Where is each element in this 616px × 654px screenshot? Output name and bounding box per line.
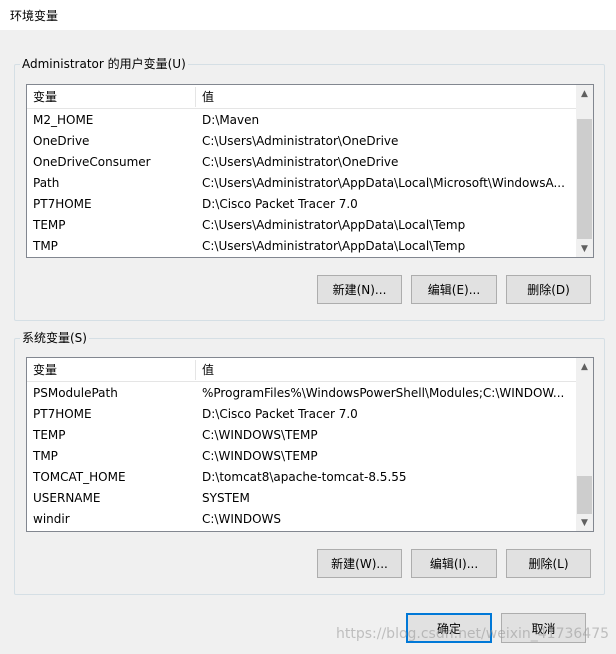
variable-value: SYSTEM bbox=[202, 491, 250, 505]
variable-name: OneDrive bbox=[33, 134, 90, 148]
system-edit-button[interactable]: 编辑(I)... bbox=[411, 549, 497, 578]
table-row[interactable]: TOMCAT_HOME D:\tomcat8\apache-tomcat-8.5.… bbox=[27, 467, 576, 488]
user-variables-header: 变量 值 bbox=[27, 85, 576, 109]
variable-name: TMP bbox=[33, 449, 58, 463]
variable-name: Path bbox=[33, 176, 60, 190]
table-row[interactable]: OneDrive C:\Users\Administrator\OneDrive bbox=[27, 131, 576, 152]
variable-value: C:\Users\Administrator\AppData\Local\Tem… bbox=[202, 218, 466, 232]
variable-name: PSModulePath bbox=[33, 386, 118, 400]
watermark: https://blog.csdn.net/weixin_41736475 bbox=[336, 626, 610, 642]
variable-value: D:\Cisco Packet Tracer 7.0 bbox=[202, 197, 358, 211]
user-variables-label: Administrator 的用户变量(U) bbox=[20, 57, 188, 71]
variable-name: windir bbox=[33, 512, 70, 526]
variable-name: TEMP bbox=[33, 218, 66, 232]
table-row[interactable]: OneDriveConsumer C:\Users\Administrator\O… bbox=[27, 152, 576, 173]
variable-value: C:\Users\Administrator\AppData\Local\Tem… bbox=[202, 239, 466, 253]
table-row[interactable]: windir C:\WINDOWS bbox=[27, 509, 576, 530]
up-arrow-icon[interactable]: ▲ bbox=[576, 358, 593, 375]
variable-name: OneDriveConsumer bbox=[33, 155, 151, 169]
window-title: 环境变量 bbox=[10, 9, 59, 23]
column-header-value[interactable]: 值 bbox=[196, 358, 576, 382]
variable-name: USERNAME bbox=[33, 491, 101, 505]
variable-value: C:\Users\Administrator\OneDrive bbox=[202, 155, 399, 169]
variable-name: PT7HOME bbox=[33, 407, 92, 421]
table-row[interactable]: USERNAME SYSTEM bbox=[27, 488, 576, 509]
system-new-button[interactable]: 新建(W)... bbox=[317, 549, 402, 578]
user-variables-scrollbar[interactable]: ▲ ▼ bbox=[576, 85, 593, 257]
variable-value: C:\Users\Administrator\AppData\Local\Mic… bbox=[202, 176, 565, 190]
variable-value: %ProgramFiles%\WindowsPowerShell\Modules… bbox=[202, 386, 565, 400]
system-variables-scrollbar[interactable]: ▲ ▼ bbox=[576, 358, 593, 531]
user-variables-list[interactable]: 变量 值 M2_HOME D:\Maven OneDrive C:\Users\Adm… bbox=[26, 84, 594, 258]
user-new-button[interactable]: 新建(N)... bbox=[317, 275, 402, 304]
title-bar: 环境变量 bbox=[0, 0, 616, 30]
variable-name: TOMCAT_HOME bbox=[33, 470, 126, 484]
variable-name: M2_HOME bbox=[33, 113, 94, 127]
variable-value: C:\WINDOWS bbox=[202, 512, 282, 526]
column-header-name[interactable]: 变量 bbox=[27, 85, 195, 109]
table-row[interactable]: TEMP C:\WINDOWS\TEMP bbox=[27, 425, 576, 446]
variable-name: PT7HOME bbox=[33, 197, 92, 211]
system-delete-button[interactable]: 删除(L) bbox=[506, 549, 591, 578]
variable-name: TEMP bbox=[33, 428, 66, 442]
variable-value: D:\Maven bbox=[202, 113, 260, 127]
user-delete-button[interactable]: 删除(D) bbox=[506, 275, 591, 304]
table-row[interactable]: PT7HOME D:\Cisco Packet Tracer 7.0 bbox=[27, 194, 576, 215]
table-row[interactable]: M2_HOME D:\Maven bbox=[27, 110, 576, 131]
up-arrow-icon[interactable]: ▲ bbox=[576, 85, 593, 102]
variable-value: D:\Cisco Packet Tracer 7.0 bbox=[202, 407, 358, 421]
scrollbar-thumb[interactable] bbox=[577, 476, 592, 514]
down-arrow-icon[interactable]: ▼ bbox=[576, 514, 593, 531]
system-variables-list[interactable]: 变量 值 PSModulePath %ProgramFiles%\WindowsP… bbox=[26, 357, 594, 532]
table-row[interactable]: PSModulePath %ProgramFiles%\WindowsPowerS… bbox=[27, 383, 576, 404]
column-header-value[interactable]: 值 bbox=[196, 85, 576, 109]
variable-value: D:\tomcat8\apache-tomcat-8.5.55 bbox=[202, 470, 407, 484]
table-row[interactable]: TMP C:\WINDOWS\TEMP bbox=[27, 446, 576, 467]
scrollbar-thumb[interactable] bbox=[577, 119, 592, 239]
column-header-name[interactable]: 变量 bbox=[27, 358, 195, 382]
variable-value: C:\Users\Administrator\OneDrive bbox=[202, 134, 399, 148]
user-edit-button[interactable]: 编辑(E)... bbox=[411, 275, 497, 304]
system-variables-rows: PSModulePath %ProgramFiles%\WindowsPowerS… bbox=[27, 383, 576, 530]
variable-name: TMP bbox=[33, 239, 58, 253]
variable-value: C:\WINDOWS\TEMP bbox=[202, 449, 318, 463]
variable-value: C:\WINDOWS\TEMP bbox=[202, 428, 318, 442]
table-row[interactable]: Path C:\Users\Administrator\AppData\Local… bbox=[27, 173, 576, 194]
table-row[interactable]: TEMP C:\Users\Administrator\AppData\Local… bbox=[27, 215, 576, 236]
system-variables-label: 系统变量(S) bbox=[20, 331, 89, 345]
system-variables-header: 变量 值 bbox=[27, 358, 576, 382]
table-row[interactable]: TMP C:\Users\Administrator\AppData\Local\… bbox=[27, 236, 576, 257]
user-variables-rows: M2_HOME D:\Maven OneDrive C:\Users\Administ… bbox=[27, 110, 576, 257]
table-row[interactable]: PT7HOME D:\Cisco Packet Tracer 7.0 bbox=[27, 404, 576, 425]
down-arrow-icon[interactable]: ▼ bbox=[576, 240, 593, 257]
